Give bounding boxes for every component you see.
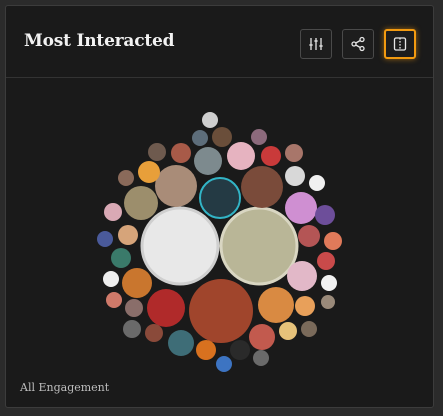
avatar-bubble[interactable] <box>196 340 216 360</box>
avatar-bubble[interactable] <box>118 170 134 186</box>
avatar-bubble[interactable] <box>155 165 197 207</box>
avatar-bubble[interactable] <box>317 252 335 270</box>
avatar-bubble[interactable] <box>145 324 163 342</box>
avatar-bubble[interactable] <box>253 350 269 366</box>
avatar-bubble[interactable] <box>261 146 281 166</box>
avatar-bubble[interactable] <box>227 142 255 170</box>
avatar-bubble[interactable] <box>171 143 191 163</box>
avatar-bubble[interactable] <box>202 112 218 128</box>
avatar-bubble[interactable] <box>309 175 325 191</box>
avatar-bubble[interactable] <box>219 206 299 286</box>
avatar-bubble[interactable] <box>321 275 337 291</box>
split-view-button[interactable] <box>384 29 416 59</box>
avatar-bubble[interactable] <box>324 232 342 250</box>
avatar-bubble[interactable] <box>138 161 160 183</box>
card-header: Most Interacted <box>6 6 433 78</box>
avatar-bubble[interactable] <box>285 166 305 186</box>
avatar-bubble[interactable] <box>106 292 122 308</box>
avatar-bubble[interactable] <box>298 225 320 247</box>
avatar-bubble[interactable] <box>251 129 267 145</box>
avatar-bubble[interactable] <box>230 340 250 360</box>
share-icon <box>351 36 365 52</box>
avatar-bubble[interactable] <box>192 130 208 146</box>
avatar-bubble[interactable] <box>315 205 335 225</box>
avatar-bubble[interactable] <box>279 322 297 340</box>
avatar-bubble[interactable] <box>249 324 275 350</box>
avatar-bubble[interactable] <box>118 225 138 245</box>
avatar-bubble[interactable] <box>199 177 241 219</box>
avatar-bubble[interactable] <box>258 287 294 323</box>
avatar-bubble[interactable] <box>111 248 131 268</box>
share-button[interactable] <box>342 29 374 59</box>
engagement-filter-label: All Engagement <box>20 381 110 394</box>
avatar-bubble[interactable] <box>285 144 303 162</box>
sliders-icon <box>309 38 323 50</box>
avatar-bubble[interactable] <box>194 147 222 175</box>
avatar-bubble[interactable] <box>97 231 113 247</box>
avatar-bubble[interactable] <box>301 321 317 337</box>
avatar-bubble[interactable] <box>103 271 119 287</box>
avatar-bubble[interactable] <box>295 296 315 316</box>
filter-button[interactable] <box>300 29 332 59</box>
card-title: Most Interacted <box>24 31 175 51</box>
avatar-bubble[interactable] <box>125 299 143 317</box>
avatar-bubble[interactable] <box>148 143 166 161</box>
avatar-bubble[interactable] <box>189 279 253 343</box>
avatar-bubble[interactable] <box>321 295 335 309</box>
most-interacted-card: Most Interacted All Engagement <box>5 5 434 408</box>
avatar-bubble[interactable] <box>104 203 122 221</box>
avatar-bubble[interactable] <box>124 186 158 220</box>
avatar-bubble[interactable] <box>147 289 185 327</box>
avatar-bubble[interactable] <box>140 206 220 286</box>
avatar-bubble[interactable] <box>285 192 317 224</box>
avatar-bubble[interactable] <box>212 127 232 147</box>
avatar-bubble[interactable] <box>216 356 232 372</box>
avatar-bubble[interactable] <box>241 166 283 208</box>
split-view-icon <box>393 37 407 51</box>
avatar-bubble[interactable] <box>287 261 317 291</box>
avatar-bubble[interactable] <box>168 330 194 356</box>
avatar-bubble[interactable] <box>122 268 152 298</box>
avatar-bubble[interactable] <box>123 320 141 338</box>
